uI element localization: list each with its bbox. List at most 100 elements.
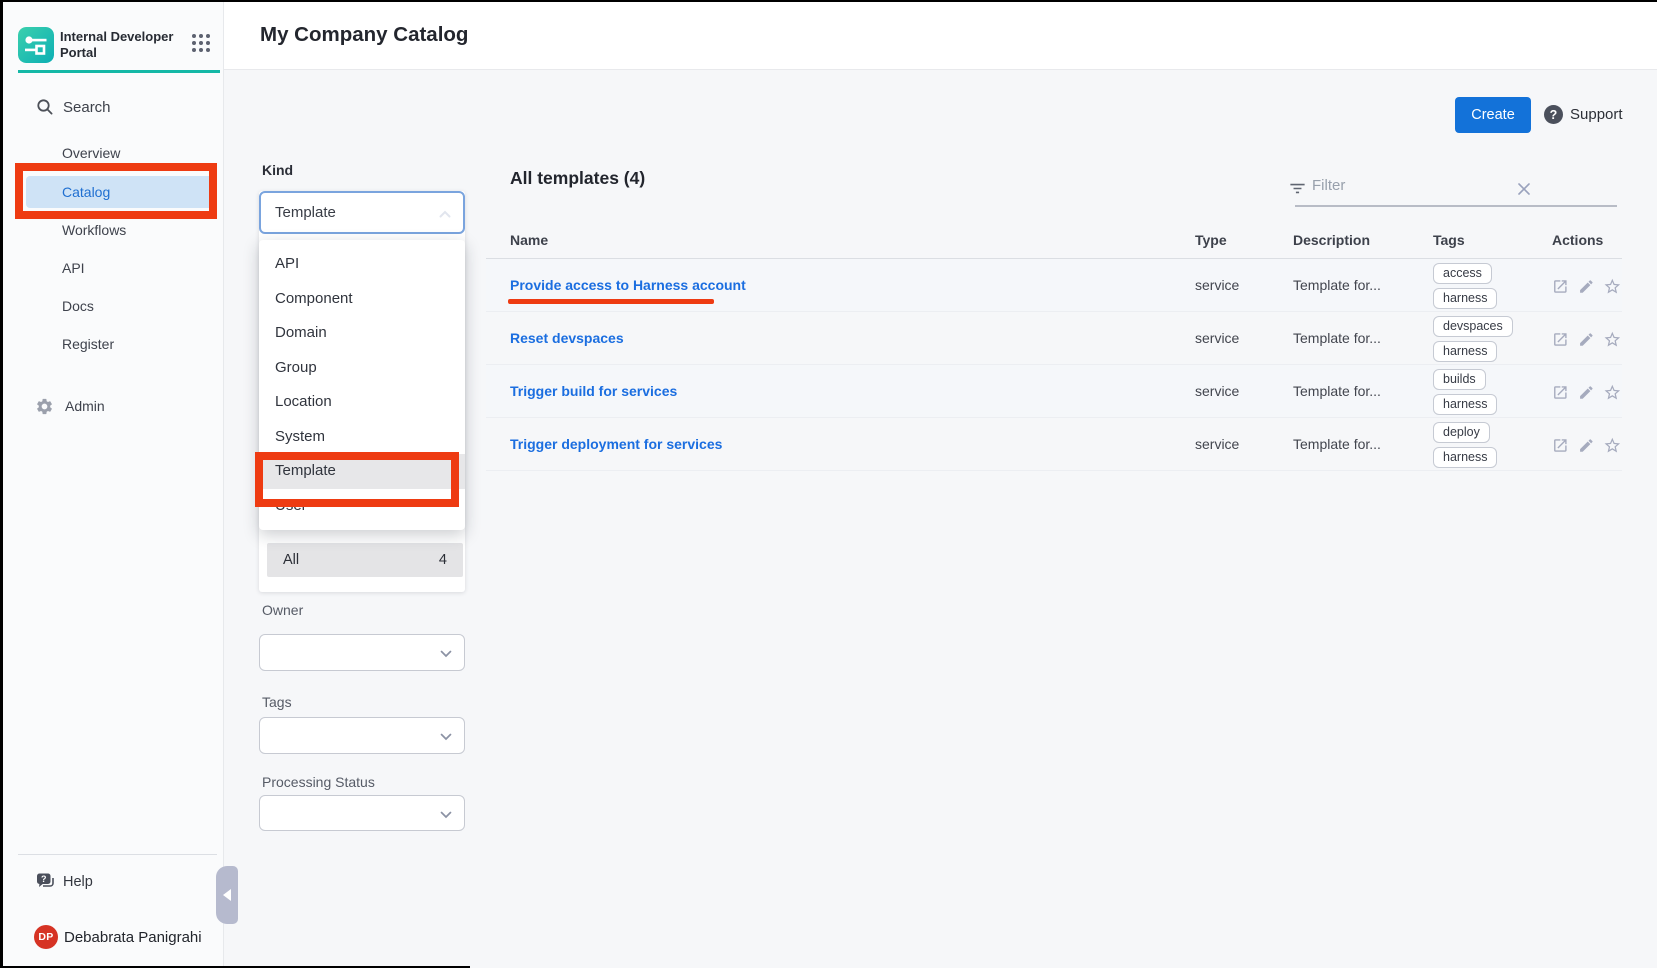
actions-cell: [1552, 365, 1622, 419]
table-row: Reset devspaces service Template for... …: [486, 312, 1622, 365]
owner-filter-label: Owner: [262, 602, 303, 618]
page-title: My Company Catalog: [260, 0, 468, 70]
description-cell: Template for...: [1293, 418, 1433, 472]
sidebar-item-help[interactable]: ? Help: [0, 870, 200, 896]
tags-select[interactable]: [259, 717, 465, 754]
search-label: Search: [63, 99, 111, 116]
edit-pencil-icon[interactable]: [1578, 437, 1595, 454]
search-icon: [36, 98, 54, 116]
kind-dropdown-menu: API Component Domain Group Location Syst…: [259, 240, 465, 530]
kind-option-domain[interactable]: Domain: [259, 316, 465, 351]
kind-filter-label: Kind: [262, 162, 293, 178]
all-count: 4: [439, 543, 447, 577]
window-frame-top: [0, 0, 1657, 2]
template-link[interactable]: Reset devspaces: [486, 312, 1195, 366]
type-cell: service: [1195, 365, 1293, 419]
table-row: Trigger deployment for services service …: [486, 418, 1622, 471]
sidebar-search[interactable]: Search: [0, 96, 224, 126]
description-cell: Template for...: [1293, 365, 1433, 419]
sidebar-item-workflows[interactable]: Workflows: [26, 214, 216, 246]
column-header-description: Description: [1293, 232, 1433, 248]
sidebar-item-catalog[interactable]: Catalog: [26, 176, 216, 208]
create-button[interactable]: Create: [1455, 97, 1531, 133]
kind-option-group[interactable]: Group: [259, 351, 465, 386]
owner-select[interactable]: [259, 634, 465, 671]
description-cell: Template for...: [1293, 259, 1433, 313]
help-label: Help: [63, 874, 93, 890]
processing-status-select[interactable]: [259, 795, 465, 831]
kind-option-location[interactable]: Location: [259, 385, 465, 420]
chevron-down-icon: [438, 729, 454, 745]
kind-option-component[interactable]: Component: [259, 282, 465, 317]
sidebar-item-admin[interactable]: Admin: [0, 394, 224, 420]
tag-chip[interactable]: harness: [1433, 394, 1497, 415]
star-icon[interactable]: [1603, 330, 1622, 349]
kind-option-user[interactable]: User: [259, 489, 465, 524]
type-cell: service: [1195, 312, 1293, 366]
star-icon[interactable]: [1603, 383, 1622, 402]
actions-cell: [1552, 418, 1622, 472]
apps-grid-icon[interactable]: [190, 32, 212, 54]
tag-chip[interactable]: deploy: [1433, 422, 1490, 443]
type-cell: service: [1195, 259, 1293, 313]
edit-pencil-icon[interactable]: [1578, 278, 1595, 295]
tag-chip[interactable]: access: [1433, 263, 1492, 284]
kind-option-system[interactable]: System: [259, 420, 465, 455]
open-in-new-icon[interactable]: [1552, 384, 1569, 401]
table-body: Provide access to Harness account servic…: [486, 259, 1622, 471]
type-cell: service: [1195, 418, 1293, 472]
chevron-up-icon: [437, 206, 453, 222]
tags-cell: access harness: [1433, 259, 1552, 313]
kind-option-template[interactable]: Template: [259, 454, 465, 489]
template-link[interactable]: Trigger build for services: [486, 365, 1195, 419]
brand-divider: [18, 70, 220, 73]
top-bar: My Company Catalog: [224, 0, 1657, 70]
column-header-actions: Actions: [1552, 232, 1622, 248]
user-avatar: DP: [34, 925, 58, 949]
template-link[interactable]: Provide access to Harness account: [486, 259, 1195, 313]
sidebar-item-docs[interactable]: Docs: [26, 290, 216, 322]
all-label: All: [283, 543, 299, 577]
sidebar-item-api[interactable]: API: [26, 252, 216, 284]
user-name: Debabrata Panigrahi: [64, 929, 202, 946]
open-in-new-icon[interactable]: [1552, 437, 1569, 454]
edit-pencil-icon[interactable]: [1578, 384, 1595, 401]
kind-select-value: Template: [275, 193, 336, 232]
star-icon[interactable]: [1603, 436, 1622, 455]
brand-title: Internal Developer Portal: [60, 29, 180, 61]
kind-select[interactable]: Template: [259, 191, 465, 234]
sidebar-collapse-handle[interactable]: [216, 866, 238, 924]
table-header-row: Name Type Description Tags Actions: [486, 222, 1622, 259]
chevron-down-icon: [438, 807, 454, 823]
tag-chip[interactable]: builds: [1433, 369, 1486, 390]
edit-pencil-icon[interactable]: [1578, 331, 1595, 348]
tag-chip[interactable]: devspaces: [1433, 316, 1513, 337]
gear-icon: [35, 397, 54, 416]
kind-option-api[interactable]: API: [259, 247, 465, 282]
actions-cell: [1552, 312, 1622, 366]
table-filter-input[interactable]: [1312, 177, 1492, 194]
tags-cell: devspaces harness: [1433, 312, 1552, 366]
tag-chip[interactable]: harness: [1433, 288, 1497, 309]
table-title: All templates (4): [510, 168, 645, 189]
kind-count-row-all[interactable]: All 4: [267, 543, 463, 577]
admin-label: Admin: [65, 398, 105, 414]
open-in-new-icon[interactable]: [1552, 331, 1569, 348]
user-profile[interactable]: DP Debabrata Panigrahi: [0, 924, 224, 952]
star-icon[interactable]: [1603, 277, 1622, 296]
filter-icon: [1288, 179, 1307, 198]
help-chat-icon: ?: [34, 870, 57, 893]
sidebar-item-register[interactable]: Register: [26, 328, 216, 360]
filter-underline: [1295, 205, 1617, 207]
open-in-new-icon[interactable]: [1552, 278, 1569, 295]
chevron-down-icon: [438, 646, 454, 662]
clear-filter-icon[interactable]: [1516, 181, 1532, 197]
processing-status-filter-label: Processing Status: [262, 774, 375, 790]
svg-text:?: ?: [1550, 108, 1558, 122]
tags-filter-label: Tags: [262, 694, 292, 710]
question-circle-icon: ?: [1543, 104, 1564, 125]
tag-chip[interactable]: harness: [1433, 341, 1497, 362]
tag-chip[interactable]: harness: [1433, 447, 1497, 468]
sidebar-item-overview[interactable]: Overview: [26, 137, 216, 169]
template-link[interactable]: Trigger deployment for services: [486, 418, 1195, 472]
